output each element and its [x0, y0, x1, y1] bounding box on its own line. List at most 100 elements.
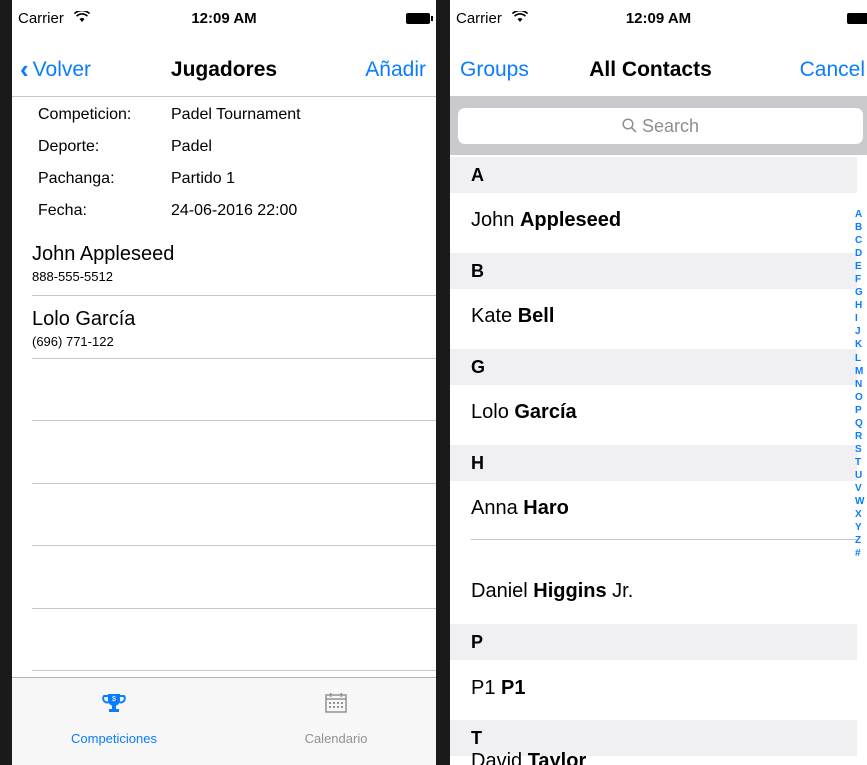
index-letter[interactable]: A: [855, 208, 867, 221]
status-bar: Carrier 12:09 AM: [450, 0, 867, 38]
info-value: Partido 1: [171, 170, 236, 187]
contact-row[interactable]: Kate Bell: [471, 305, 554, 328]
last-name: P1: [501, 677, 526, 699]
row-separator: [32, 670, 436, 671]
contact-row[interactable]: Anna Haro: [471, 497, 569, 520]
first-name: P1: [471, 677, 496, 699]
row-separator: [471, 539, 857, 540]
index-letter[interactable]: Y: [855, 521, 867, 534]
tab-label: Competiciones: [71, 731, 157, 746]
index-letter[interactable]: E: [855, 260, 867, 273]
index-letter[interactable]: T: [855, 456, 867, 469]
search-input[interactable]: Search: [458, 108, 863, 144]
index-letter[interactable]: U: [855, 469, 867, 482]
tab-label: Calendario: [304, 731, 368, 746]
page-title: All Contacts: [589, 58, 712, 81]
section-letter: T: [471, 728, 482, 748]
contact-row[interactable]: Lolo García: [471, 401, 577, 424]
index-letter[interactable]: O: [855, 391, 867, 404]
index-letter[interactable]: X: [855, 508, 867, 521]
search-placeholder: Search: [641, 116, 700, 136]
section-letter: P: [471, 632, 484, 652]
index-letter[interactable]: K: [855, 338, 867, 351]
add-button[interactable]: Añadir: [365, 58, 426, 82]
last-name: Appleseed: [519, 209, 622, 231]
first-name: Lolo: [471, 401, 509, 423]
index-letter[interactable]: B: [855, 221, 867, 234]
player-name: Lolo García: [32, 308, 136, 330]
player-row[interactable]: John Appleseed 888-555-5512: [32, 243, 436, 284]
first-name: John: [471, 209, 515, 231]
index-letter[interactable]: P: [855, 404, 867, 417]
last-name: Taylor: [527, 750, 587, 765]
section-letter: B: [471, 261, 484, 281]
info-label: Fecha:: [38, 202, 87, 219]
row-separator: [32, 483, 436, 484]
name-suffix: Jr.: [612, 580, 634, 602]
index-letter[interactable]: H: [855, 299, 867, 312]
index-letter[interactable]: J: [855, 325, 867, 338]
search-icon: [622, 116, 637, 136]
section-header: H: [450, 445, 857, 481]
navigation-bar: ‹ Volver Jugadores Añadir: [12, 38, 436, 97]
last-name: Bell: [517, 305, 555, 327]
section-header: B: [450, 253, 857, 289]
last-name: Higgins: [533, 580, 607, 602]
index-letter[interactable]: N: [855, 378, 867, 391]
index-letter[interactable]: M: [855, 365, 867, 378]
cancel-button[interactable]: Cancel: [800, 58, 865, 82]
contact-row[interactable]: John Appleseed: [471, 209, 621, 232]
index-letter[interactable]: R: [855, 430, 867, 443]
index-letter[interactable]: D: [855, 247, 867, 260]
section-letter: H: [471, 453, 484, 473]
last-name: García: [514, 401, 577, 423]
navigation-bar: Groups All Contacts Cancel: [450, 38, 867, 97]
index-letter[interactable]: Z: [855, 534, 867, 547]
battery-icon: [406, 13, 433, 24]
contact-row[interactable]: P1 P1: [471, 677, 526, 700]
row-separator: [32, 295, 436, 296]
svg-text:$: $: [112, 696, 116, 703]
contact-row[interactable]: Daniel Higgins Jr.: [471, 580, 633, 603]
index-letter[interactable]: #: [855, 547, 867, 560]
player-row[interactable]: Lolo García (696) 771-122: [32, 308, 436, 349]
contact-row[interactable]: David Taylor: [471, 750, 586, 765]
section-header: A: [450, 157, 857, 193]
battery-icon: [847, 13, 867, 24]
player-phone: (696) 771-122: [32, 334, 114, 349]
info-label: Competicion:: [38, 106, 132, 123]
index-letter[interactable]: G: [855, 286, 867, 299]
info-label: Deporte:: [38, 138, 100, 155]
status-time: 12:09 AM: [625, 10, 692, 27]
info-label: Pachanga:: [38, 170, 115, 187]
section-letter: A: [471, 165, 484, 185]
info-value: Padel Tournament: [171, 106, 301, 123]
row-separator: [32, 358, 436, 359]
info-value: Padel: [171, 138, 212, 155]
index-letter[interactable]: V: [855, 482, 867, 495]
row-separator: [32, 608, 436, 609]
status-bar: Carrier 12:09 AM: [12, 0, 436, 38]
index-letter[interactable]: Q: [855, 417, 867, 430]
index-letter[interactable]: F: [855, 273, 867, 286]
first-name: Anna: [471, 497, 518, 519]
index-letter[interactable]: C: [855, 234, 867, 247]
index-letter[interactable]: S: [855, 443, 867, 456]
section-header: G: [450, 349, 857, 385]
tab-bar: $ Competiciones Calendario: [12, 677, 436, 765]
info-value: 24-06-2016 22:00: [171, 202, 298, 219]
section-index[interactable]: A B C D E F G H I J K L M N O P Q R S T U V W X Y Z #: [855, 208, 867, 560]
first-name: David: [471, 750, 523, 765]
player-name: John Appleseed: [32, 243, 175, 265]
jugadores-screen: Carrier 12:09 AM ‹ Volver Jugadores Añadi…: [12, 0, 436, 765]
player-phone: 888-555-5512: [32, 269, 113, 284]
tab-calendario[interactable]: Calendario: [236, 678, 436, 746]
index-letter[interactable]: I: [855, 312, 867, 325]
row-separator: [32, 420, 436, 421]
index-letter[interactable]: W: [855, 495, 867, 508]
index-letter[interactable]: L: [855, 352, 867, 365]
first-name: Daniel: [471, 580, 528, 602]
section-letter: G: [471, 357, 486, 377]
tab-competiciones[interactable]: $ Competiciones: [14, 678, 214, 746]
status-time: 12:09 AM: [191, 10, 257, 27]
